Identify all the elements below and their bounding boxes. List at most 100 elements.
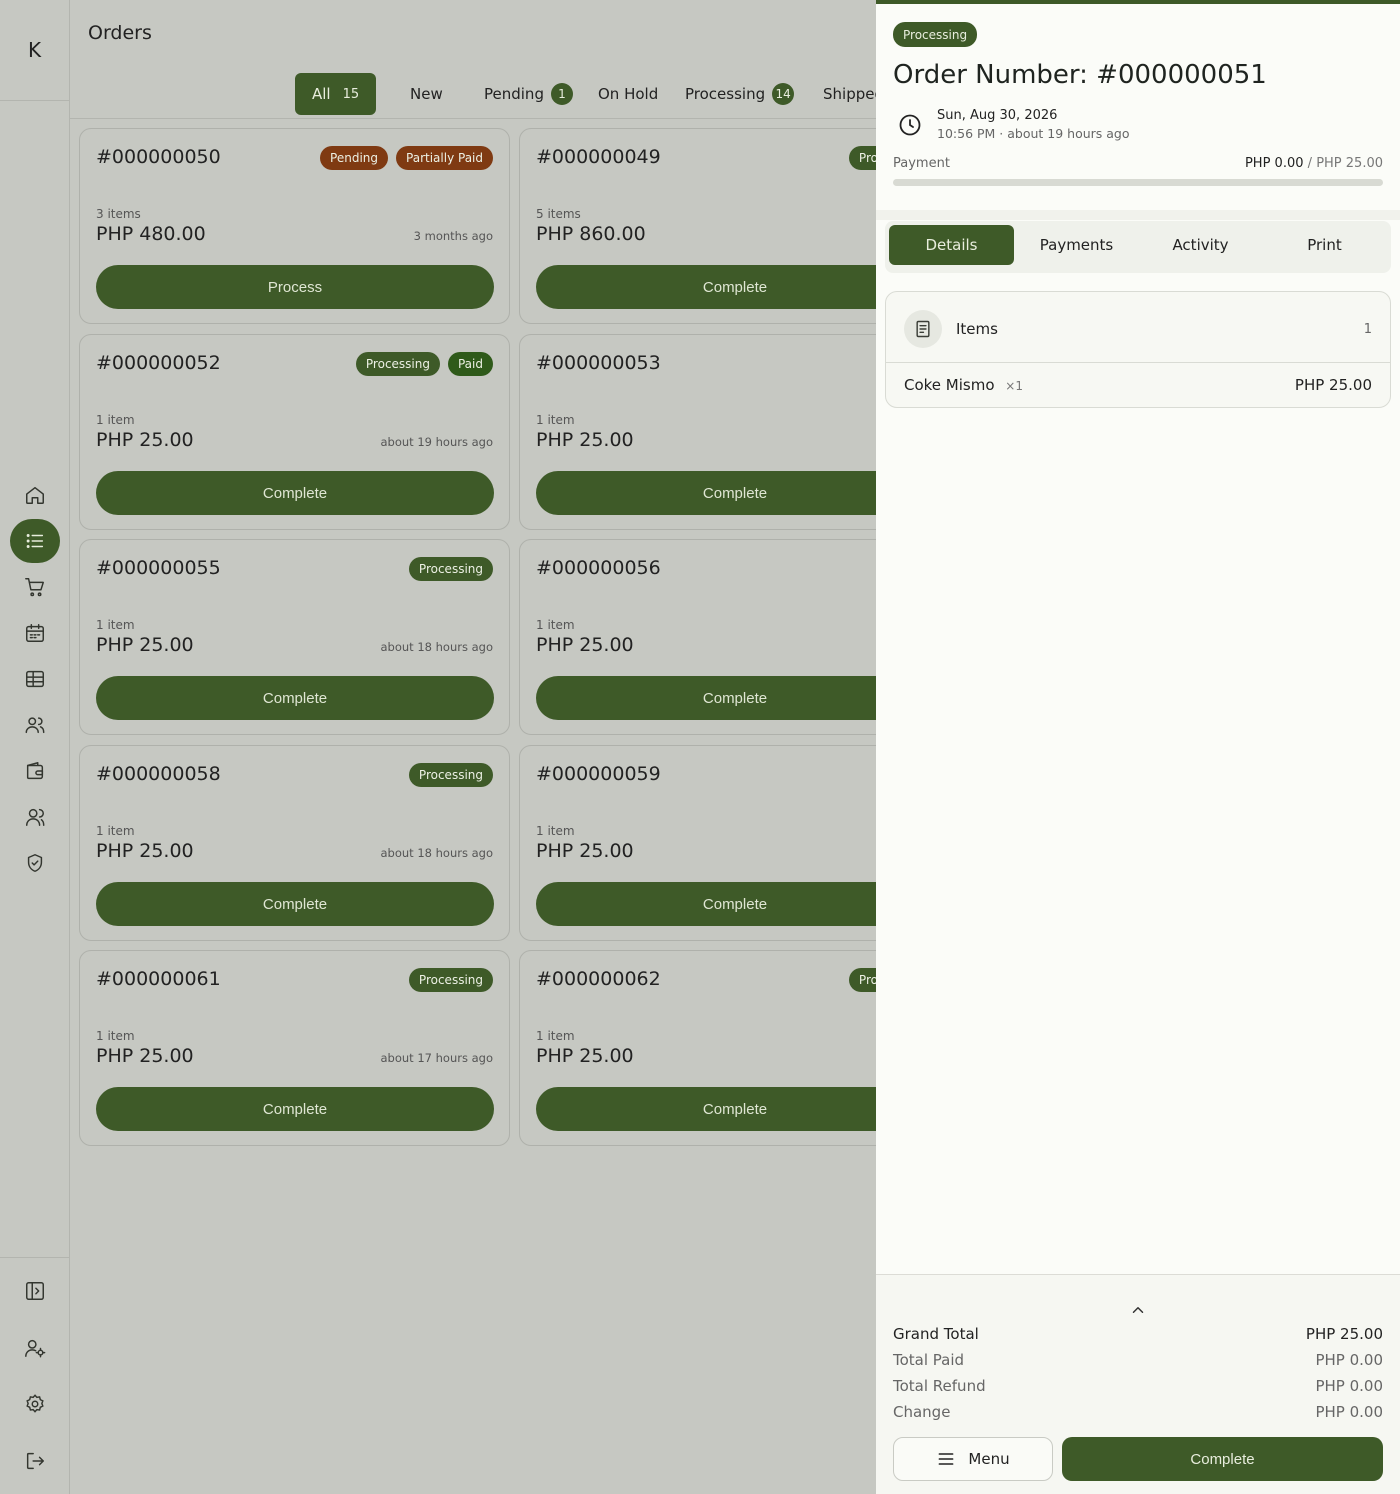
order-title: Order Number: #000000051: [893, 60, 1267, 90]
order-number: #000000055: [96, 557, 221, 579]
items-title: Items: [956, 320, 998, 338]
order-card[interactable]: #000000049 Processing 5 items PHP 860.00 Com…: [519, 128, 876, 324]
item-count: 1 item: [536, 824, 575, 838]
tab-new[interactable]: New: [410, 73, 443, 115]
change-row: Change PHP 0.00: [893, 1403, 1383, 1421]
totals-value: PHP 0.00: [1315, 1351, 1383, 1369]
tabs-divider: [70, 118, 876, 119]
order-action-button[interactable]: Complete: [96, 471, 494, 515]
order-total: PHP 860.00: [536, 223, 646, 245]
order-badges: Processing: [848, 968, 876, 992]
page-title: Orders: [88, 22, 152, 44]
grand-total-row: Grand Total PHP 25.00: [893, 1325, 1383, 1343]
order-number: #000000050: [96, 146, 221, 168]
tab-payments[interactable]: Payments: [1014, 225, 1139, 265]
orders-list-icon[interactable]: [10, 519, 60, 563]
user-settings-icon[interactable]: [10, 1326, 60, 1370]
order-action-button[interactable]: Complete: [536, 471, 876, 515]
status-badge: Pending: [320, 146, 389, 170]
tab-shipped[interactable]: Shipped: [823, 73, 876, 115]
order-action-button[interactable]: Complete: [536, 265, 876, 309]
order-card[interactable]: #000000058 Processing 1 item PHP 25.00 about…: [79, 745, 510, 941]
amount-paid: PHP 0.00: [1244, 156, 1304, 171]
cart-icon[interactable]: [10, 565, 60, 609]
wallet-icon[interactable]: [10, 749, 60, 793]
order-action-button[interactable]: Complete: [536, 882, 876, 926]
order-card[interactable]: #000000052 Processing Paid 1 item PHP 25.00 a…: [79, 334, 510, 530]
order-badges: Processing: [408, 557, 493, 581]
menu-button[interactable]: Menu: [893, 1437, 1053, 1481]
chevron-up-icon[interactable]: [1129, 1301, 1147, 1319]
order-card[interactable]: #000000055 Processing 1 item PHP 25.00 about…: [79, 539, 510, 735]
order-action-button[interactable]: Complete: [536, 676, 876, 720]
order-card[interactable]: #000000056Pr1 itemPHP 25.00about 18Compl…: [519, 539, 876, 735]
tab-pending[interactable]: Pending 1: [484, 73, 573, 115]
tab-print[interactable]: Print: [1262, 225, 1387, 265]
status-badge: Partially Paid: [396, 146, 493, 170]
order-badges: Processing: [408, 763, 493, 787]
order-detail-panel: Processing Order Number: #000000051 Sun,…: [876, 0, 1400, 1494]
order-action-button[interactable]: Complete: [96, 1087, 494, 1131]
tab-activity[interactable]: Activity: [1138, 225, 1263, 265]
line-item-name: Coke Mismo: [904, 376, 995, 394]
complete-button[interactable]: Complete: [1062, 1437, 1383, 1481]
totals-label: Grand Total: [893, 1325, 979, 1343]
order-card[interactable]: #000000062Processing1 itemPHP 25.00about…: [519, 950, 876, 1146]
tab-label: All: [312, 85, 331, 103]
order-number: #000000062: [536, 968, 661, 990]
status-badge: Processing: [408, 968, 493, 992]
order-action-button[interactable]: Complete: [536, 1087, 876, 1131]
menu-label: Menu: [968, 1450, 1010, 1468]
order-card[interactable]: #000000061 Processing 1 item PHP 25.00 about…: [79, 950, 510, 1146]
tab-processing[interactable]: Processing 14: [685, 73, 795, 115]
tab-label: On Hold: [598, 85, 659, 103]
order-number: #000000058: [96, 763, 221, 785]
sidebar: K: [0, 0, 70, 1494]
calendar-icon[interactable]: [10, 611, 60, 655]
app-logo[interactable]: K: [0, 0, 69, 101]
gear-icon[interactable]: [10, 1382, 60, 1426]
tab-on-hold[interactable]: On Hold: [598, 73, 658, 115]
logout-icon[interactable]: [10, 1439, 60, 1483]
order-time: about 18 hours ago: [380, 640, 494, 654]
status-badge: Paid: [447, 352, 493, 376]
status-badge: Processing: [848, 146, 876, 170]
order-number: #000000059: [536, 763, 661, 785]
totals-label: Change: [893, 1403, 951, 1421]
items-card: Items 1 Coke Mismo ×1 PHP 25.00: [885, 291, 1391, 408]
order-card[interactable]: #000000059Pr1 itemPHP 25.00about 18Compl…: [519, 745, 876, 941]
panel-divider: [876, 210, 1400, 220]
count-badge: 14: [772, 83, 795, 105]
order-card[interactable]: #000000050 Pending Partially Paid 3 items PH…: [79, 128, 510, 324]
payment-label: Payment: [893, 156, 950, 171]
total-refund-row: Total Refund PHP 0.00: [893, 1377, 1383, 1395]
item-count: 1 item: [536, 413, 575, 427]
shield-icon[interactable]: [10, 841, 60, 885]
item-count: 1 item: [96, 618, 135, 632]
home-icon[interactable]: [10, 473, 60, 517]
order-action-button[interactable]: Process: [96, 265, 494, 309]
order-total: PHP 25.00: [536, 429, 634, 451]
order-action-button[interactable]: Complete: [96, 882, 494, 926]
table-icon[interactable]: [10, 657, 60, 701]
order-total: PHP 25.00: [96, 1045, 194, 1067]
line-item-price: PHP 25.00: [1294, 376, 1372, 394]
payment-values: PHP 0.00 / PHP 25.00: [1245, 156, 1383, 171]
item-count: 1 item: [536, 1029, 575, 1043]
line-item[interactable]: Coke Mismo ×1: [904, 376, 1023, 394]
amount-total: PHP 25.00: [1316, 156, 1383, 171]
collapse-sidebar-icon[interactable]: [10, 1269, 60, 1313]
item-count: 5 items: [536, 207, 581, 221]
item-count: 1 item: [536, 618, 575, 632]
items-header[interactable]: Items 1: [886, 292, 1390, 363]
payment-progress-bar: [893, 179, 1383, 186]
users-icon[interactable]: [10, 703, 60, 747]
customers-icon[interactable]: [10, 795, 60, 839]
order-card[interactable]: #000000053Pr1 itemPHP 25.00about 18Compl…: [519, 334, 876, 530]
order-number: #000000053: [536, 352, 661, 374]
tab-all[interactable]: All 15: [295, 73, 377, 115]
order-action-button[interactable]: Complete: [96, 676, 494, 720]
order-number: #000000061: [96, 968, 221, 990]
tab-details[interactable]: Details: [889, 225, 1014, 265]
order-number: #000000049: [536, 146, 661, 168]
